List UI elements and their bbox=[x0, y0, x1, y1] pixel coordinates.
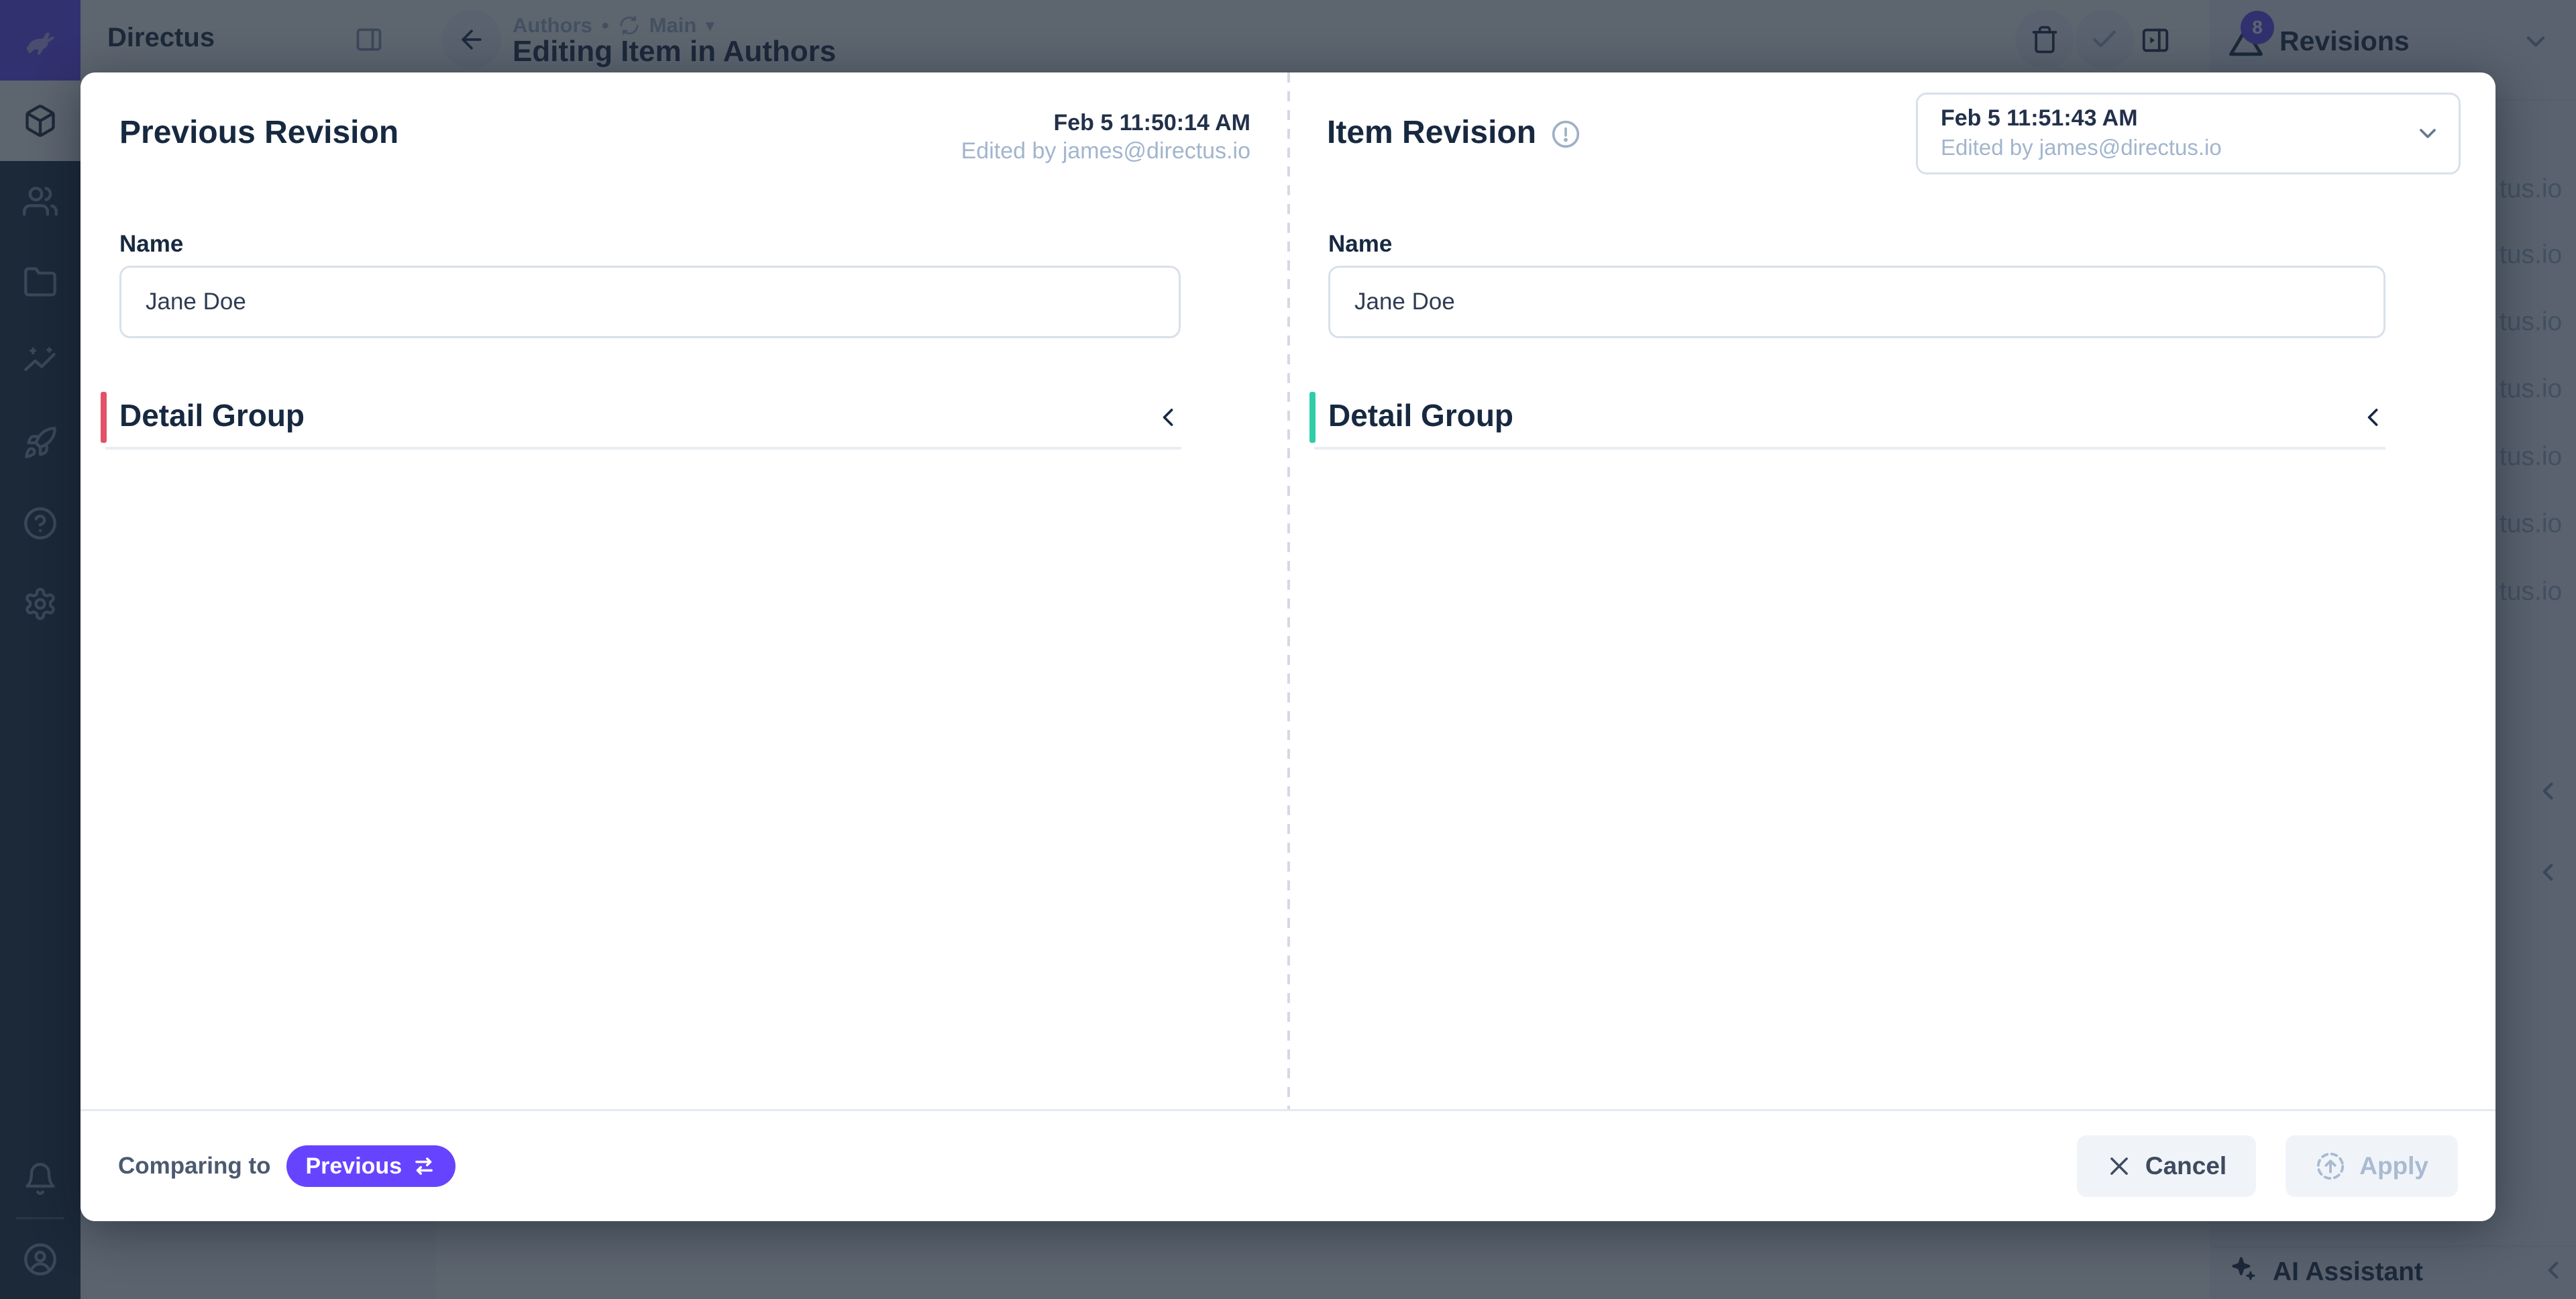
revision-compare-modal: Previous Revision Feb 5 11:50:14 AM Edit… bbox=[80, 72, 2496, 1221]
cancel-button[interactable]: Cancel bbox=[2077, 1135, 2256, 1197]
swap-icon bbox=[411, 1153, 437, 1179]
collapse-chevron-icon[interactable] bbox=[1154, 403, 1183, 432]
previous-revision-timestamp: Feb 5 11:50:14 AM bbox=[961, 109, 1250, 137]
detail-group-title-left: Detail Group bbox=[119, 397, 305, 433]
previous-revision-heading: Previous Revision bbox=[119, 113, 398, 165]
name-field-current[interactable] bbox=[1328, 266, 2385, 338]
selected-revision-timestamp: Feb 5 11:51:43 AM bbox=[1941, 105, 2138, 132]
group-accent-bar-right bbox=[1309, 392, 1316, 443]
apply-button[interactable]: Apply bbox=[2286, 1135, 2458, 1197]
info-icon[interactable] bbox=[1551, 119, 1580, 149]
name-label-left: Name bbox=[119, 231, 183, 258]
collapse-chevron-icon[interactable] bbox=[2359, 403, 2388, 432]
cancel-label: Cancel bbox=[2145, 1152, 2226, 1180]
previous-revision-edited-by: Edited by james@directus.io bbox=[961, 137, 1250, 165]
chevron-down-icon bbox=[2414, 120, 2441, 147]
detail-group-header-right[interactable]: Detail Group bbox=[1309, 392, 2390, 443]
modal-footer: Comparing to Previous Cancel bbox=[80, 1109, 2496, 1221]
group-divider-left bbox=[105, 447, 1181, 450]
close-icon bbox=[2106, 1153, 2132, 1179]
compare-target-button[interactable]: Previous bbox=[286, 1145, 455, 1187]
group-accent-bar-left bbox=[101, 392, 107, 443]
previous-revision-header: Previous Revision Feb 5 11:50:14 AM Edit… bbox=[119, 113, 1250, 165]
selected-revision-edited-by: Edited by james@directus.io bbox=[1941, 135, 2222, 160]
name-field-previous[interactable] bbox=[119, 266, 1181, 338]
name-label-right: Name bbox=[1328, 231, 1392, 258]
group-divider-right bbox=[1314, 447, 2385, 450]
item-revision-header: Item Revision bbox=[1327, 113, 1580, 153]
detail-group-title-right: Detail Group bbox=[1328, 397, 1513, 433]
revision-select-dropdown[interactable]: Feb 5 11:51:43 AM Edited by james@direct… bbox=[1916, 93, 2461, 174]
item-revision-heading: Item Revision bbox=[1327, 113, 1536, 153]
pane-divider bbox=[1287, 72, 1290, 1109]
screen: Directus Authors • Main ▾ Editing Item i… bbox=[0, 0, 2576, 1299]
compare-target-label: Previous bbox=[305, 1153, 402, 1180]
comparing-to-label: Comparing to bbox=[118, 1153, 270, 1180]
apply-label: Apply bbox=[2359, 1152, 2428, 1180]
detail-group-header-left[interactable]: Detail Group bbox=[101, 392, 1181, 443]
apply-upload-icon bbox=[2315, 1151, 2346, 1182]
